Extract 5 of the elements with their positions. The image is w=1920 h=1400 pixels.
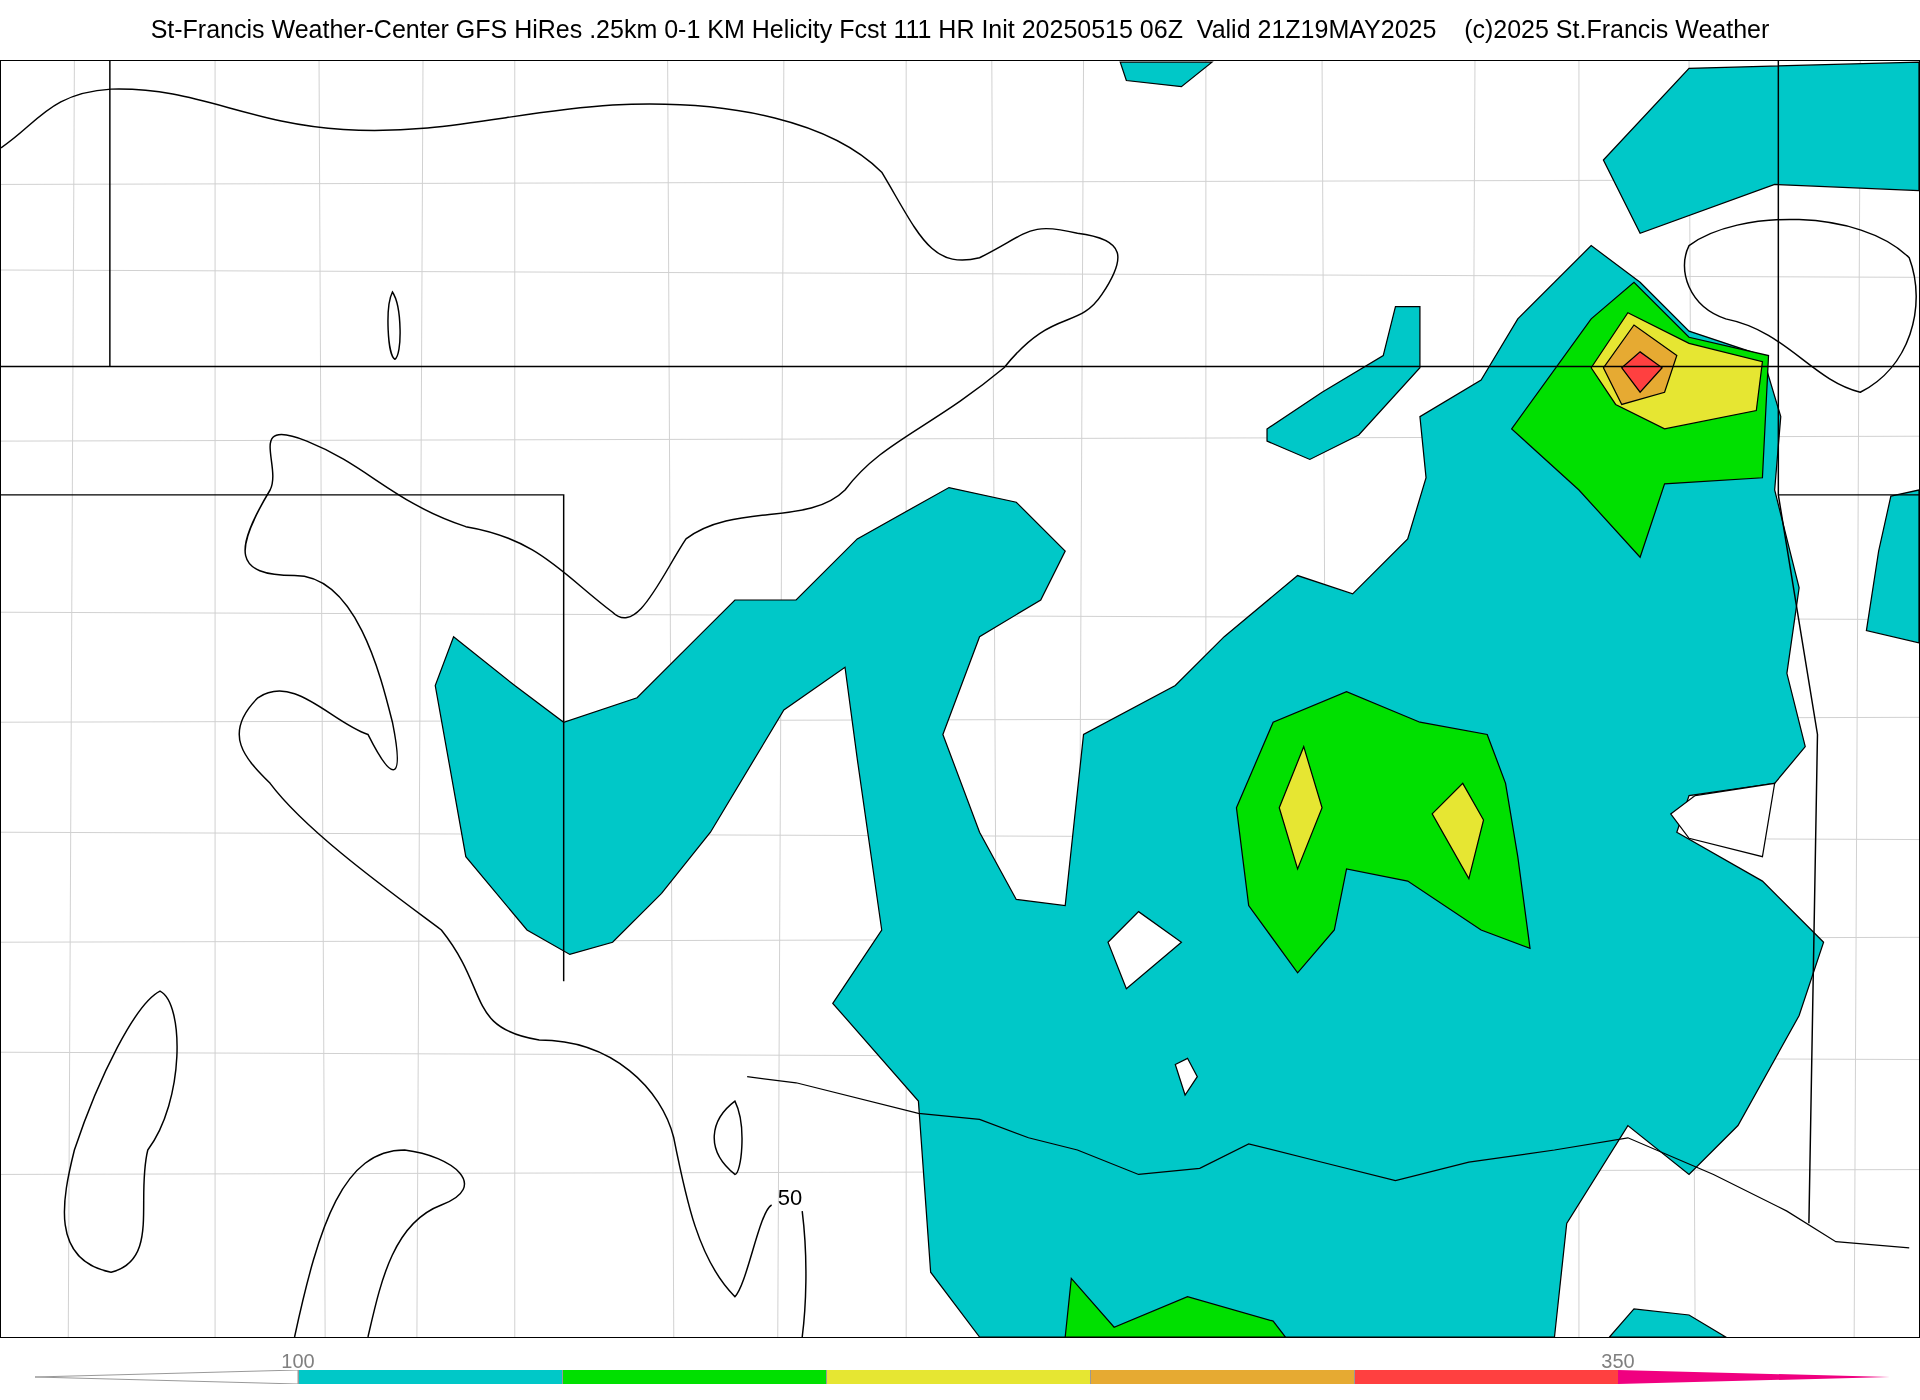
contour-label: 50	[777, 1185, 803, 1210]
clear-area	[1174, 1057, 1198, 1097]
colorbar-label: 350	[1601, 1349, 1635, 1374]
map-title: St-Francis Weather-Center GFS HiRes .25km 0-1 KM Helicity Fcst 111 HR Init 20250515 06Z Valid 21Z19MAY2025 (c)2025 St.Francis Weather	[150, 14, 1770, 46]
colorbar-label: 100	[281, 1349, 315, 1374]
